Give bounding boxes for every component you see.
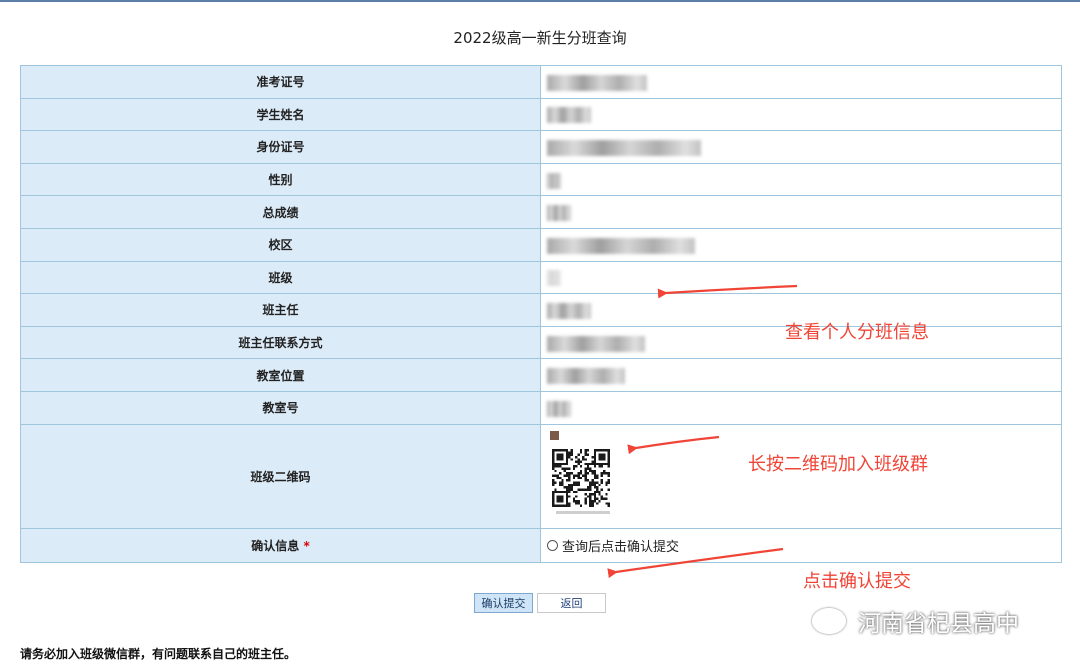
- wechat-icon: [812, 608, 846, 634]
- annotation-click-submit: 点击确认提交: [803, 571, 911, 592]
- arrow-icon: [657, 284, 798, 299]
- arrow-icon: [627, 435, 720, 455]
- watermark-text: 河南省杞县高中: [858, 611, 1019, 637]
- annotation-view-info: 查看个人分班信息: [785, 322, 929, 343]
- annotation-scan-qr: 长按二维码加入班级群: [748, 454, 928, 475]
- watermark: 河南省杞县高中: [812, 604, 1019, 638]
- arrow-icon: [607, 547, 784, 579]
